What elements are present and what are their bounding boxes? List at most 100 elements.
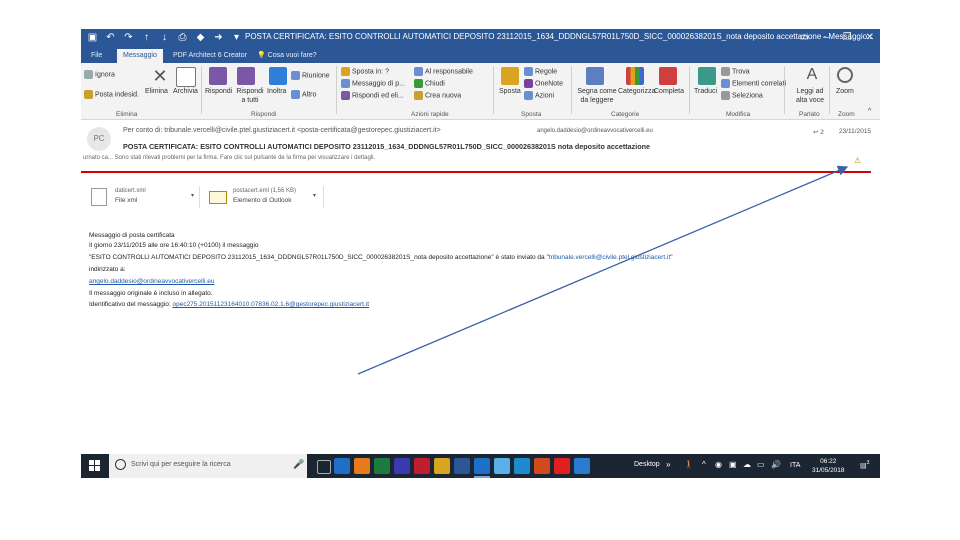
network-icon[interactable]: ◉	[715, 460, 722, 469]
more-respond-button[interactable]: Altro	[291, 90, 316, 99]
quick-step-done[interactable]: Chiudi	[414, 79, 445, 88]
undo-icon[interactable]: ↶	[105, 31, 116, 45]
quick-step-reply-delete[interactable]: Rispondi ed eli...	[341, 91, 404, 100]
close-icon[interactable]: ✕	[866, 31, 874, 45]
tab-messaggio[interactable]: Messaggio	[117, 49, 163, 63]
zoom-button[interactable]: Zoom	[836, 87, 854, 96]
reply-count[interactable]: ↩ 2	[813, 128, 824, 136]
select-button[interactable]: Seleziona	[721, 91, 763, 100]
zoom-icon	[837, 67, 853, 83]
meeting-button[interactable]: Riunione	[291, 71, 330, 80]
battery-icon[interactable]: ▭	[757, 460, 765, 469]
junk-button[interactable]: Posta indesid.	[84, 90, 139, 99]
attachment-menu-icon[interactable]: ▾	[313, 192, 316, 199]
envelope-icon	[209, 191, 227, 204]
ignore-button[interactable]: Ignora	[84, 70, 115, 79]
chevron-down-icon[interactable]: ⌄	[866, 166, 873, 175]
onenote-icon	[524, 79, 533, 88]
archive-button[interactable]: Archivia	[173, 87, 198, 96]
recipient[interactable]: angelo.daddesio@ordineavvocativercelli.e…	[537, 128, 653, 134]
ribbon-options-icon[interactable]: ▭	[800, 31, 809, 45]
find-button[interactable]: Trova	[721, 67, 750, 76]
onenote-button[interactable]: OneNote	[524, 79, 563, 88]
acrobat-icon[interactable]	[414, 458, 430, 474]
onedrive-tray-icon[interactable]: ☁	[743, 460, 751, 469]
read-aloud-button[interactable]: Leggi ad alta voce	[793, 87, 827, 105]
actions-button[interactable]: Azioni	[524, 91, 554, 100]
browser-icon[interactable]	[514, 458, 530, 474]
translate-button[interactable]: Traduci	[694, 87, 717, 96]
microphone-icon[interactable]: 🎤	[293, 459, 304, 470]
people-icon[interactable]: 🚶	[684, 460, 694, 469]
volume-icon[interactable]: 🔊	[771, 460, 781, 469]
mark-unread-button[interactable]: Segna come da leggere	[577, 87, 617, 105]
tab-file[interactable]: File	[91, 49, 102, 63]
attachment-daticert[interactable]: daticert.xml File xml ▾	[87, 186, 200, 208]
related-button[interactable]: Elementi correlati	[721, 79, 786, 88]
save-icon[interactable]: ▣	[87, 31, 98, 45]
select-icon	[721, 91, 730, 100]
categorize-button[interactable]: Categorizza	[618, 87, 655, 96]
forward-icon[interactable]: ➜	[213, 31, 224, 45]
attachment-name: postacert.eml (1,56 KB)	[233, 188, 297, 194]
follow-up-button[interactable]: Completa	[654, 87, 684, 96]
app-icon[interactable]	[574, 458, 590, 474]
forward-button[interactable]: Inoltra	[267, 87, 286, 96]
tab-tell-me[interactable]: 💡 Cosa vuoi fare?	[257, 49, 317, 63]
color-icon[interactable]: ◆	[195, 31, 206, 45]
customize-icon[interactable]: ▾	[231, 31, 242, 45]
reply-button[interactable]: Rispondi	[205, 87, 232, 96]
excel-icon[interactable]	[374, 458, 390, 474]
delete-button[interactable]: Elimina	[145, 87, 168, 96]
warning-icon[interactable]: ⚠	[854, 156, 861, 165]
taskbar-search[interactable]: Scrivi qui per eseguire la ricerca 🎤	[109, 454, 307, 478]
redo-icon[interactable]: ↷	[123, 31, 134, 45]
sender-line[interactable]: Per conto di: tribunale.vercelli@civile.…	[123, 127, 441, 134]
rules-icon	[524, 67, 533, 76]
pdf-reader-icon[interactable]	[554, 458, 570, 474]
restore-icon[interactable]: ❐	[843, 31, 852, 45]
clock[interactable]: 06:22 31/05/2018	[812, 457, 845, 475]
collapse-ribbon-icon[interactable]: ^	[868, 107, 871, 116]
file-explorer-icon[interactable]	[434, 458, 450, 474]
print-icon[interactable]: ⎙	[177, 31, 188, 45]
rules-button[interactable]: Regole	[524, 67, 557, 76]
edge-icon[interactable]	[334, 458, 350, 474]
reply-all-button[interactable]: Rispondi a tutti	[235, 87, 265, 105]
quick-step-create-new[interactable]: Crea nuova	[414, 91, 461, 100]
recipient-link[interactable]: angelo.daddesio@ordineavvocativercelli.e…	[89, 278, 214, 285]
tray-overflow-icon[interactable]: ^	[702, 460, 706, 469]
tab-pdf-architect[interactable]: PDF Architect 6 Creator	[173, 49, 247, 63]
desktop-chevron-icon[interactable]: »	[666, 460, 670, 469]
sender-address[interactable]: tribunale.vercelli@civile.ptel.giustizia…	[549, 254, 670, 261]
attachment-menu-icon[interactable]: ▾	[191, 192, 194, 199]
quick-step-team-email[interactable]: Messaggio di p...	[341, 79, 405, 88]
app-icon[interactable]	[394, 458, 410, 474]
down-icon[interactable]: ↓	[159, 31, 170, 45]
move-button[interactable]: Sposta	[499, 87, 521, 96]
body-line: Il giorno 23/11/2015 alle ore 16:40:10 (…	[89, 242, 259, 249]
quick-step-manager[interactable]: Al responsabile	[414, 67, 473, 76]
attachment-postacert[interactable]: postacert.eml (1,56 KB) Elemento di Outl…	[205, 186, 324, 208]
reply-icon	[209, 67, 227, 85]
minimize-icon[interactable]: –	[823, 31, 829, 45]
outlook-icon[interactable]	[474, 458, 490, 474]
task-view-icon[interactable]	[317, 460, 331, 474]
powerpoint-icon[interactable]	[534, 458, 550, 474]
action-center-icon[interactable]: ▤3	[860, 460, 869, 469]
input-language[interactable]: ITA	[790, 462, 800, 469]
desktop-toolbar[interactable]: Desktop	[634, 461, 660, 468]
firefox-icon[interactable]	[354, 458, 370, 474]
signature-warning-bar	[81, 171, 871, 173]
onedrive-icon[interactable]	[494, 458, 510, 474]
quick-step-move[interactable]: Sposta in: ?	[341, 67, 389, 76]
ignore-icon	[84, 70, 93, 79]
mail-icon	[341, 79, 350, 88]
actions-icon	[524, 91, 533, 100]
word-icon[interactable]	[454, 458, 470, 474]
up-icon[interactable]: ↑	[141, 31, 152, 45]
message-id-link[interactable]: opec275.20151123164010.07836.02.1.6@gest…	[172, 301, 369, 308]
body-line: "ESITO CONTROLLI AUTOMATICI DEPOSITO 231…	[89, 254, 673, 261]
meet-icon[interactable]: ▣	[729, 460, 737, 469]
windows-start-icon[interactable]	[89, 460, 101, 472]
